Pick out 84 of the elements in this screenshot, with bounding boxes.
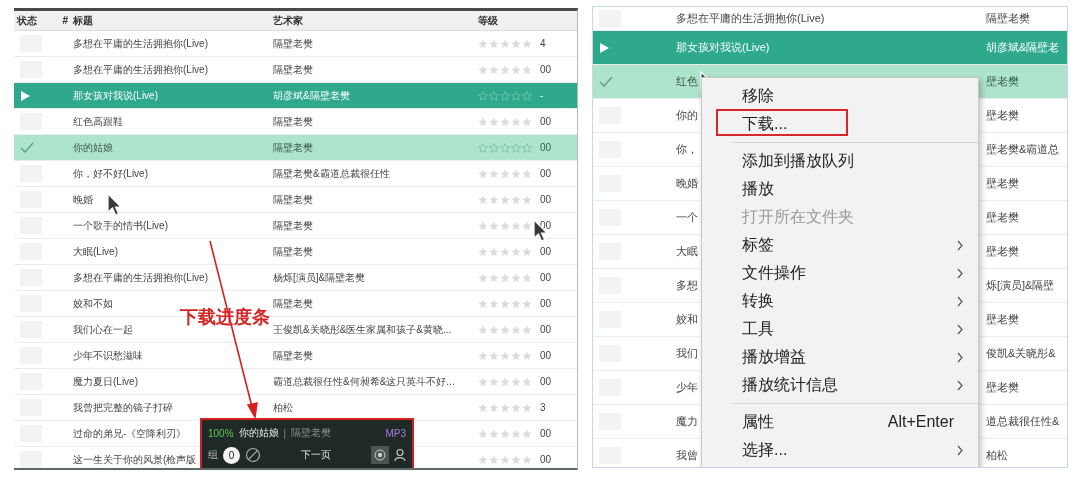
artist-name: 壁老樊 [986,244,1019,259]
song-title: 少年 [676,380,698,395]
song-title: 红色高跟鞋 [73,114,123,129]
group-label: 组 [208,448,218,462]
song-title: 少年不识愁滋味 [73,348,143,363]
song-title: 我曾把完整的镜子打碎 [73,400,173,415]
duration-text: - [540,90,544,101]
duration-text: 00 [540,324,552,335]
song-title: 多想在平庸的生活拥抱你(Live) [73,270,208,285]
song-title: 姣和不如 [73,296,113,311]
artist-name: 隔壁老樊 [986,11,1030,26]
song-title: 你的姑娘 [238,426,279,440]
duration-text: 00 [540,168,552,179]
song-title: 这一生关于你的风景(枪声版 [73,452,197,467]
song-title: 那女孩对我说(Live) [73,88,158,103]
separator-text: | [283,427,287,439]
song-title: 你的姑娘 [73,140,113,155]
artist-name: 隔壁老樊 [273,36,313,51]
artist-name: 王俊凯&关晓彤&医生家属和孩子&黄晓... [273,322,452,337]
song-title: 你的 [676,108,698,123]
song-title: 魔力 [676,414,698,429]
artist-name: 俊凯&关晓彤& [986,346,1056,361]
song-title: 那女孩对我说(Live) [676,40,770,55]
artist-name: 隔壁老樊 [291,426,332,440]
song-title: 魔力夏日(Live) [73,374,138,389]
artist-name: 霸道总裁很任性&何昶希&这只英斗不好... [273,374,455,389]
duration-text: 00 [540,194,552,205]
song-title: 姣和 [676,312,698,327]
song-title: 晚婚 [73,192,93,207]
artist-name: 壁老樊 [986,176,1019,191]
song-title: 红色 [676,74,698,89]
artist-name: 隔壁老樊&霸道总裁很任性 [273,166,390,181]
artist-name: 隔壁老樊 [273,140,313,155]
song-title: 多想在平庸的生活拥抱你(Live) [73,62,208,77]
duration-text: 00 [540,350,552,361]
shortcut-text: Alt+Enter [887,413,955,431]
duration-text: 00 [540,428,552,439]
duration-text: 00 [540,142,552,153]
duration-text: 00 [540,272,552,283]
artist-name: 隔壁老樊 [273,296,313,311]
artist-name: 胡彦斌&隔壁老樊 [273,88,350,103]
count-badge: 0 [223,446,240,464]
song-title: 我曾 [676,448,698,463]
progress-percent: 100% [208,427,234,439]
song-title: 你， [676,142,698,157]
artist-name: 杨烁[演员]&隔壁老樊 [273,270,366,285]
artist-name: 壁老樊 [986,74,1019,89]
song-title: 多想 [676,278,698,293]
artist-name: 壁老樊 [986,380,1019,395]
song-title: 我们 [676,346,698,361]
duration-text: 00 [540,116,552,127]
duration-text: 00 [540,298,552,309]
duration-text: 00 [540,246,552,257]
artist-name: 道总裁很任性& [986,414,1060,429]
artist-name: 壁老樊&霸道总 [986,142,1060,157]
artist-name: 隔壁老樊 [273,244,313,259]
artist-name: 胡彦斌&隔壁老 [986,40,1060,55]
song-title: 大眠 [676,244,698,259]
song-title: 一个 [676,210,698,225]
song-title: 晚婚 [676,176,698,191]
song-title: 多想在平庸的生活拥抱你(Live) [73,36,208,51]
song-title: 过命的弟兄-《空降利刃》 [73,426,187,441]
song-title: 一个歌手的情书(Live) [73,218,168,233]
artist-name: 隔壁老樊 [273,114,313,129]
artist-name: 壁老樊 [986,108,1019,123]
artist-name: 隔壁老樊 [273,62,313,77]
artist-name: 柏松 [273,400,293,415]
duration-text: 4 [540,38,546,49]
duration-text: 00 [540,64,552,75]
format-label: MP3 [385,427,406,439]
artist-name: 隔壁老樊 [273,218,313,233]
duration-text: 00 [540,454,552,465]
duration-text: 00 [540,376,552,387]
artist-name: 隔壁老樊 [273,348,313,363]
song-title: 多想在平庸的生活拥抱你(Live) [676,11,825,26]
artist-name: 烁[演员]&隔壁 [986,278,1055,293]
song-title: 我们心在一起 [73,322,133,337]
artist-name: 壁老樊 [986,210,1019,225]
duration-text: 3 [540,402,546,413]
artist-name: 壁老樊 [986,312,1019,327]
song-title: 你，好不好(Live) [73,166,148,181]
artist-name: 隔壁老樊 [273,192,313,207]
artist-name: 柏松 [986,448,1008,463]
song-title: 大眠(Live) [73,244,118,259]
